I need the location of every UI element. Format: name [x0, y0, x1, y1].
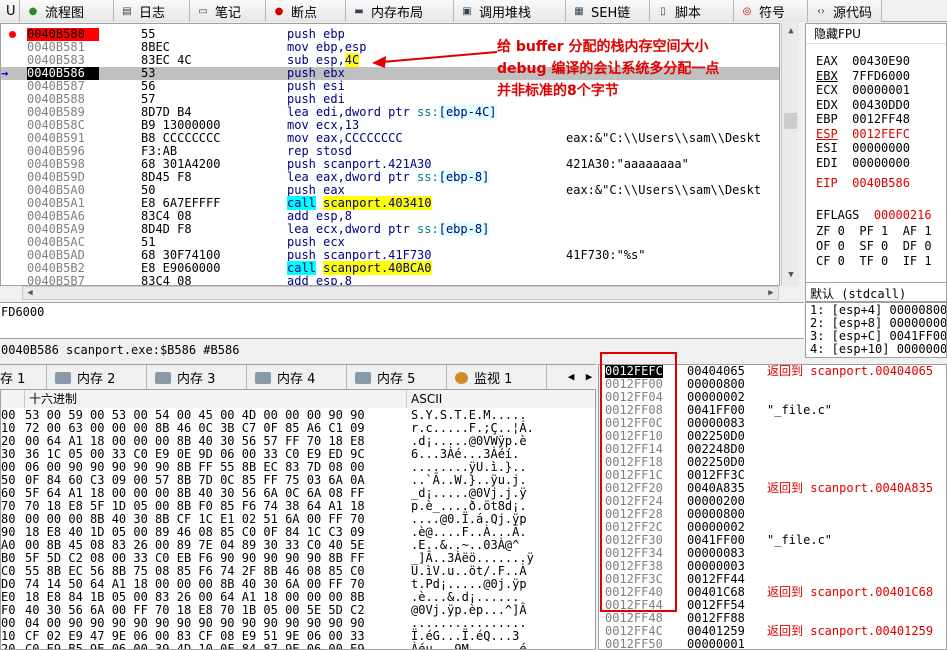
annotation-line: 给 buffer 分配的栈内存空间大小 — [497, 39, 709, 55]
annotation-line: debug 编译的会让系统多分配一点 — [497, 61, 720, 77]
annotation-line: 并非标准的8个字节 — [497, 83, 619, 99]
annotation-text: 给 buffer 分配的栈内存空间大小 debug 编译的会让系统多分配一点 并非标… — [497, 36, 719, 102]
annotation-arrow — [372, 51, 498, 68]
